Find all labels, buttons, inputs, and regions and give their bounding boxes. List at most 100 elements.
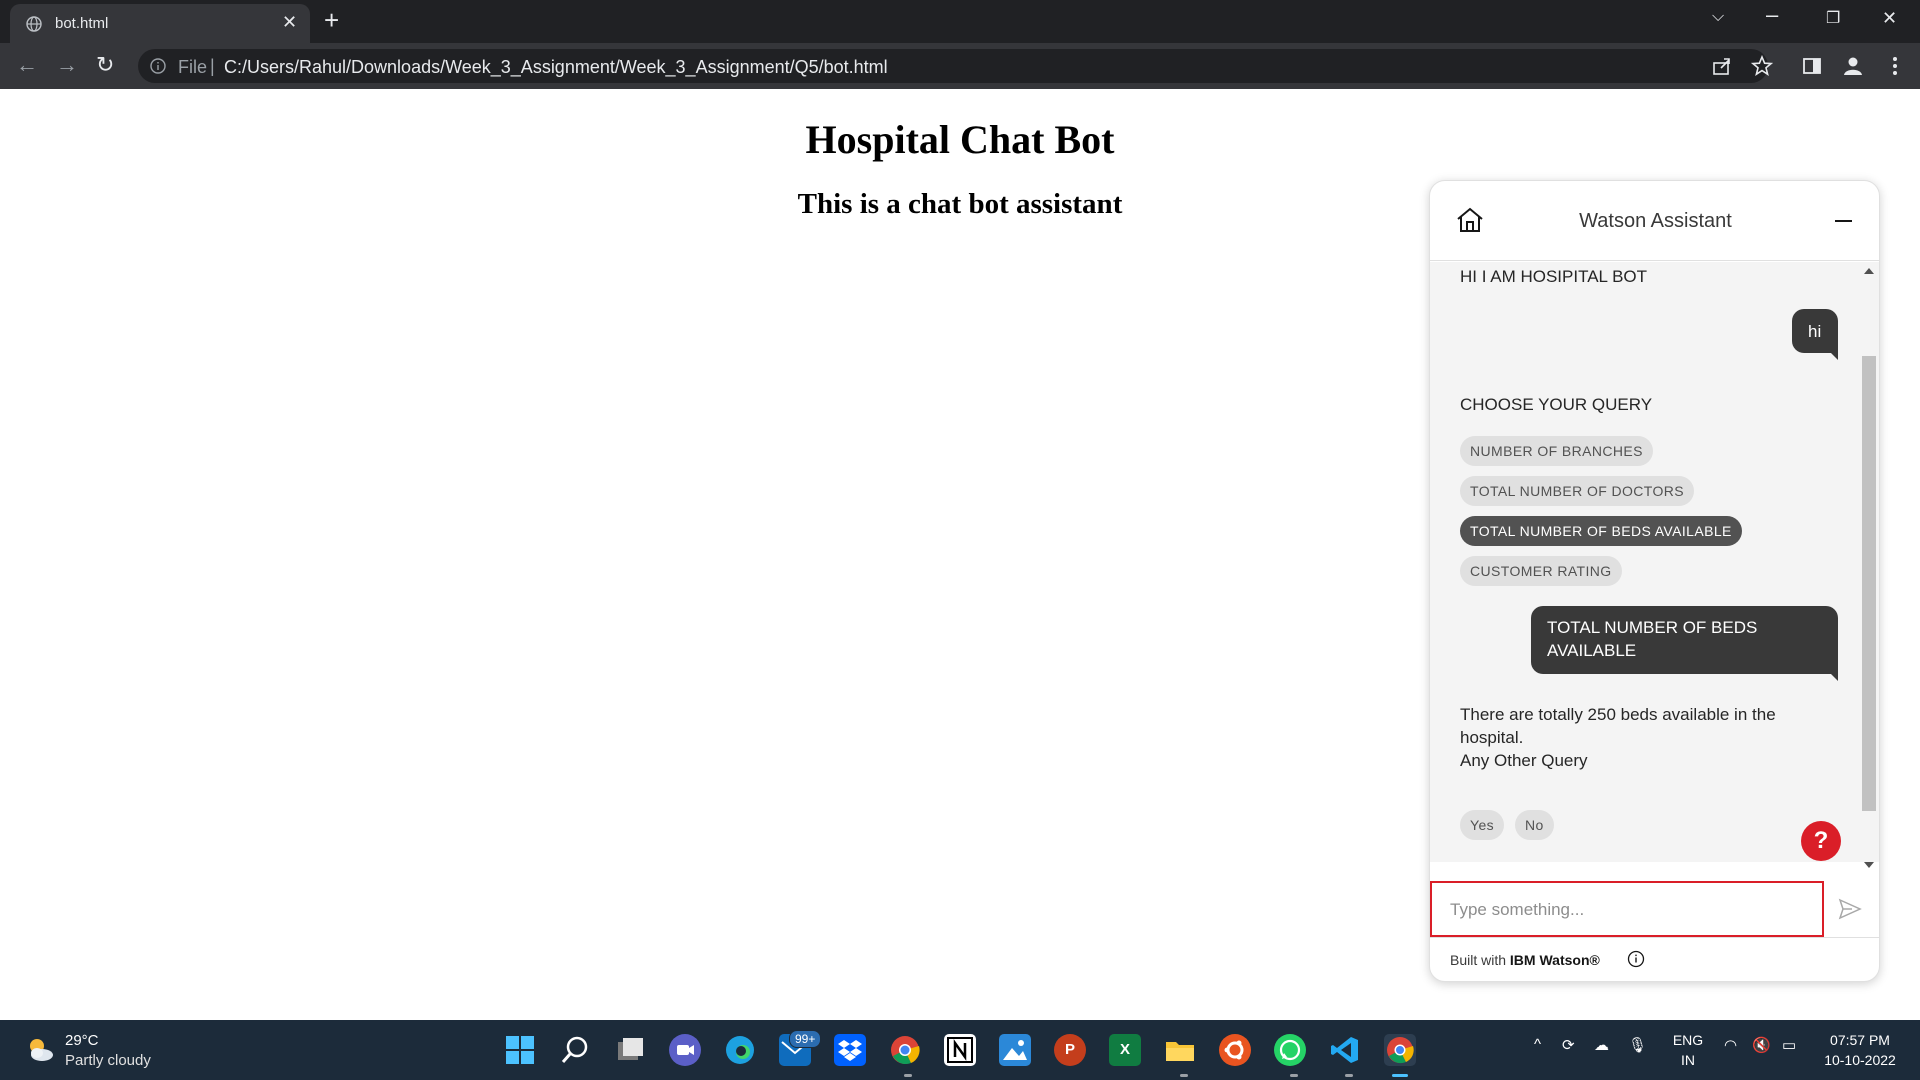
send-icon[interactable] (1838, 897, 1862, 921)
vscode-icon (1331, 1037, 1358, 1063)
battery-icon[interactable]: ▭ (1782, 1036, 1796, 1054)
back-arrow-icon[interactable]: ← (16, 52, 38, 78)
bookmark-star-icon[interactable] (1751, 55, 1773, 77)
browser-tab[interactable]: bot.html ✕ (10, 4, 310, 43)
address-separator: | (210, 56, 215, 76)
scroll-up-arrow-icon[interactable] (1864, 268, 1874, 274)
whatsapp-icon (1279, 1039, 1301, 1061)
video-chat-icon (677, 1045, 694, 1055)
close-tab-icon[interactable]: ✕ (282, 13, 297, 31)
site-info-icon[interactable] (150, 58, 166, 74)
task-view-icon (618, 1038, 643, 1060)
language-region[interactable]: IN (1670, 1052, 1706, 1068)
photos-icon (1003, 1040, 1027, 1060)
weather-temperature[interactable]: 29°C (65, 1032, 99, 1049)
onedrive-icon[interactable]: ☁ (1594, 1036, 1609, 1054)
clock-time[interactable]: 07:57 PM (1820, 1032, 1900, 1048)
built-with-label: Built with IBM Watson® (1450, 952, 1600, 968)
task-view-button[interactable] (614, 1034, 646, 1066)
user-message-hi: hi (1792, 309, 1838, 360)
chrome-profile-app[interactable] (889, 1034, 921, 1066)
running-indicator (904, 1074, 912, 1077)
sync-icon[interactable]: ⟳ (1562, 1036, 1575, 1054)
help-button[interactable]: ? (1801, 821, 1841, 861)
forward-arrow-icon[interactable]: → (56, 52, 78, 78)
search-icon (561, 1036, 588, 1063)
bot-reply-other-query: Any Other Query (1460, 751, 1588, 770)
ibm-watson-brand: IBM Watson® (1509, 952, 1600, 968)
tab-search-icon[interactable]: ⌵ (1712, 8, 1724, 26)
side-panel-icon[interactable] (1801, 55, 1823, 77)
notion-app[interactable] (944, 1034, 976, 1066)
show-hidden-icons-icon[interactable]: ^ (1534, 1036, 1541, 1053)
edge-browser-app[interactable] (724, 1034, 756, 1066)
ubuntu-icon (1224, 1040, 1244, 1060)
scroll-down-arrow-icon[interactable] (1864, 862, 1874, 868)
partly-cloudy-icon[interactable] (24, 1034, 56, 1066)
chat-header: Watson Assistant (1430, 181, 1879, 261)
chat-title: Watson Assistant (1579, 210, 1732, 232)
option-no[interactable]: No (1515, 810, 1554, 840)
file-scheme-label: File (178, 57, 208, 77)
share-icon[interactable] (1711, 55, 1733, 77)
clock-date[interactable]: 10-10-2022 (1820, 1052, 1900, 1068)
info-icon[interactable] (1627, 950, 1645, 968)
profile-icon[interactable] (1842, 55, 1864, 77)
powerpoint-app[interactable]: P (1054, 1034, 1086, 1066)
photos-app[interactable] (999, 1034, 1031, 1066)
excel-app[interactable]: X (1109, 1034, 1141, 1066)
start-button[interactable] (504, 1034, 536, 1066)
scrollbar-thumb[interactable] (1862, 356, 1876, 811)
new-tab-button[interactable]: + (324, 7, 339, 33)
ubuntu-app[interactable] (1219, 1034, 1251, 1066)
bot-choose-query: CHOOSE YOUR QUERY (1460, 395, 1653, 414)
volume-muted-icon[interactable]: 🔇 (1752, 1036, 1771, 1054)
minimize-icon[interactable] (1835, 220, 1852, 222)
folder-icon (1166, 1042, 1194, 1061)
globe-icon (26, 16, 42, 32)
minimize-window-icon[interactable]: – (1766, 2, 1778, 28)
watson-chat-widget: Watson Assistant HI I AM HOSIPITAL BOT h… (1429, 180, 1880, 982)
bot-reply-beds: There are totally 250 beds available in … (1460, 705, 1776, 747)
built-with-prefix: Built with (1450, 952, 1507, 968)
restore-window-icon[interactable]: ❐ (1826, 8, 1840, 28)
language-code[interactable]: ENG (1670, 1032, 1706, 1048)
reload-icon[interactable]: ↻ (96, 52, 114, 78)
dropbox-icon (838, 1040, 862, 1061)
dropbox-app[interactable] (834, 1034, 866, 1066)
windows-logo-icon (506, 1036, 534, 1064)
windows-taskbar: 29°C Partly cloudy 99+ P X ^ ⟳ ☁ 🎙 ENG I… (0, 1020, 1920, 1080)
option-yes[interactable]: Yes (1460, 810, 1505, 840)
close-window-icon[interactable]: ✕ (1882, 8, 1897, 29)
option-total-beds[interactable]: TOTAL NUMBER OF BEDS AVAILABLE (1460, 516, 1742, 546)
tab-title: bot.html (55, 15, 109, 32)
wifi-icon[interactable]: ◠ (1724, 1036, 1737, 1054)
message-input[interactable] (1450, 897, 1810, 923)
search-button[interactable] (559, 1034, 591, 1066)
page-title: Hospital Chat Bot (805, 117, 1115, 162)
option-number-of-branches[interactable]: NUMBER OF BRANCHES (1460, 436, 1653, 466)
mail-notification-badge: 99+ (789, 1030, 822, 1048)
option-total-doctors[interactable]: TOTAL NUMBER OF DOCTORS (1460, 476, 1695, 506)
excel-icon: X (1119, 1041, 1130, 1058)
chat-messages[interactable]: HI I AM HOSIPITAL BOT hi CHOOSE YOUR QUE… (1430, 262, 1879, 862)
more-menu-icon[interactable] (1884, 55, 1906, 77)
powerpoint-icon: P (1064, 1041, 1075, 1058)
option-customer-rating[interactable]: CUSTOMER RATING (1460, 556, 1622, 586)
edge-icon (726, 1036, 754, 1064)
vscode-app[interactable] (1329, 1034, 1361, 1066)
message-input-box[interactable] (1430, 881, 1824, 937)
chrome-active-icon (1387, 1037, 1414, 1064)
weather-description[interactable]: Partly cloudy (65, 1052, 151, 1069)
running-indicator (1345, 1074, 1353, 1077)
whatsapp-app[interactable] (1274, 1034, 1306, 1066)
address-bar[interactable]: File | C:/Users/Rahul/Downloads/Week_3_A… (138, 49, 1768, 83)
chrome-icon (891, 1036, 920, 1065)
url-text[interactable]: C:/Users/Rahul/Downloads/Week_3_Assignme… (224, 57, 888, 78)
file-explorer-app[interactable] (1164, 1034, 1196, 1066)
bot-greeting: HI I AM HOSIPITAL BOT (1460, 267, 1648, 286)
teams-chat-app[interactable] (669, 1034, 701, 1066)
chrome-app-active[interactable] (1384, 1034, 1416, 1066)
microphone-icon[interactable]: 🎙 (1628, 1036, 1647, 1054)
chat-footer: Built with IBM Watson® (1430, 937, 1879, 981)
